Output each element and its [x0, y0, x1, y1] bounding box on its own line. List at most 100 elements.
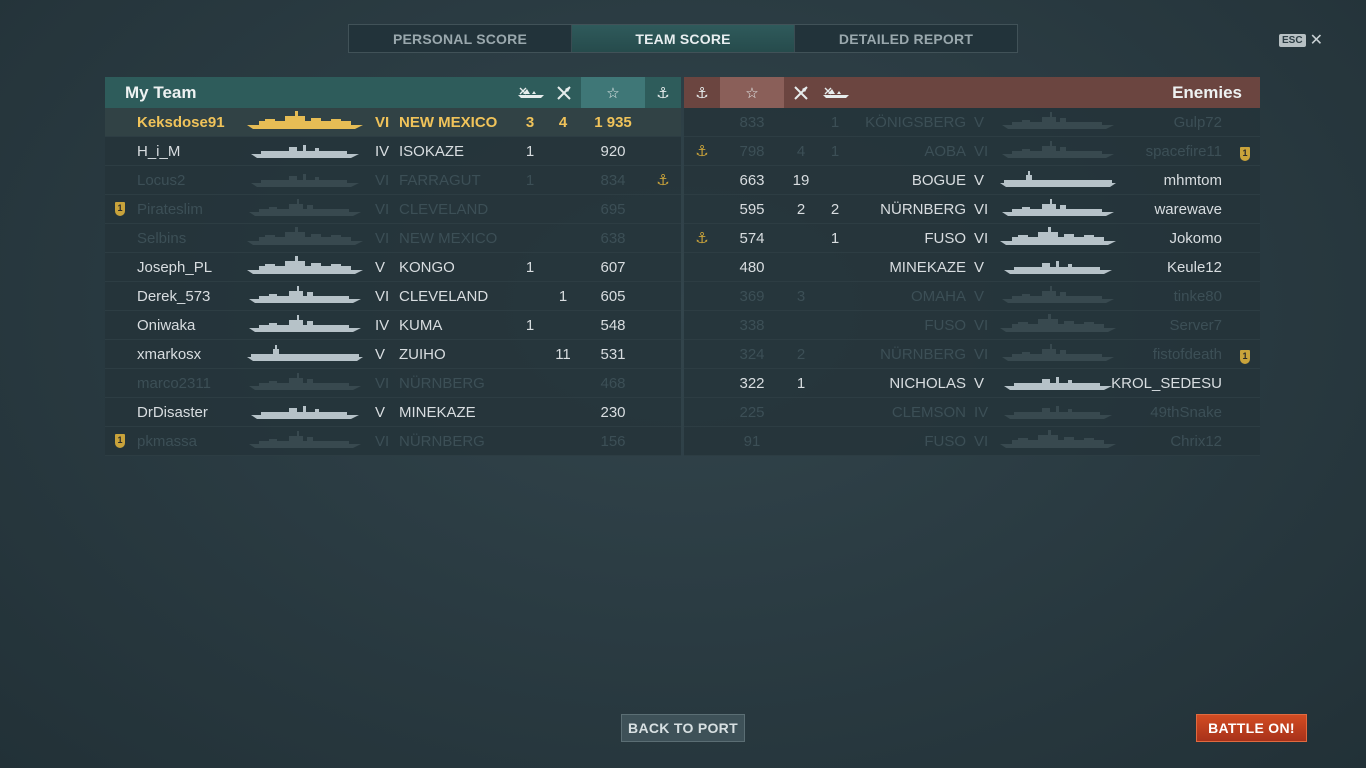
ship-tier: V [974, 375, 985, 392]
base-xp: 605 [600, 288, 626, 305]
base-xp: 1 935 [594, 114, 632, 131]
rank-badge-icon: 1 [1240, 350, 1250, 364]
ship-name: KÖNIGSBERG [865, 114, 966, 131]
ship-tier: IV [974, 404, 989, 421]
rank-badge-icon: 1 [115, 202, 125, 216]
table-row[interactable]: 1 Pirateslim VI CLEVELAND 695 [105, 195, 681, 224]
tab-detailed-report[interactable]: DETAILED REPORT [795, 25, 1017, 52]
ship-tier: VI [375, 288, 390, 305]
planes-destroyed: 19 [792, 172, 810, 189]
ship-name: ZUIHO [399, 346, 446, 363]
player-name: Pirateslim [137, 201, 203, 218]
tab-personal-score[interactable]: PERSONAL SCORE [349, 25, 572, 52]
table-row[interactable]: Selbins VI NEW MEXICO 638 [105, 224, 681, 253]
player-name: KROL_SEDESU [1111, 375, 1222, 392]
ship-tier: V [974, 114, 985, 131]
ship-name: AOBA [924, 143, 966, 160]
player-name: warewave [1154, 201, 1222, 218]
table-row[interactable]: H_i_M IV ISOKAZE 1 920 [105, 137, 681, 166]
battle-on-button[interactable]: BATTLE ON! [1196, 714, 1307, 742]
esc-close-button[interactable]: ESC ✕ [1279, 30, 1323, 50]
table-row[interactable]: Derek_573 VI CLEVELAND 1 605 [105, 282, 681, 311]
base-xp: 468 [600, 375, 626, 392]
ship-name: NICHOLAS [889, 375, 966, 392]
player-name: pkmassa [137, 433, 198, 450]
table-row[interactable]: Keksdose91 VI NEW MEXICO 3 4 1 935 [105, 108, 681, 137]
table-row[interactable]: 225 CLEMSON IV 49thSnake [684, 398, 1260, 427]
table-row[interactable]: 322 1 NICHOLAS V KROL_SEDESU [684, 369, 1260, 398]
back-to-port-button[interactable]: BACK TO PORT [621, 714, 745, 742]
table-row[interactable]: 480 MINEKAZE V Keule12 [684, 253, 1260, 282]
table-row[interactable]: marco2311 VI NÜRNBERG 468 [105, 369, 681, 398]
table-row[interactable]: xmarkosx V ZUIHO 11 531 [105, 340, 681, 369]
table-row[interactable]: 91 FUSO VI Chrix12 [684, 427, 1260, 456]
table-row[interactable]: ⚓ 798 4 1 AOBA VI spacefire11 1 [684, 137, 1260, 166]
ship-tier: VI [375, 201, 390, 218]
base-xp: 322 [739, 375, 765, 392]
anchor-icon: ⚓ [656, 84, 670, 102]
base-xp: 548 [600, 317, 626, 334]
base-xp: 338 [739, 317, 765, 334]
ships-destroyed: 1 [830, 114, 840, 131]
enemies-panel: ⚓ ☆ Enemies 833 1 KÖNIGSBERG V Gulp72 ⚓ 798 4 1 A… [684, 77, 1260, 456]
ship-tier: VI [375, 114, 390, 131]
ship-name: FUSO [924, 230, 966, 247]
ship-tier: VI [375, 230, 390, 247]
table-row[interactable]: Joseph_PL V KONGO 1 607 [105, 253, 681, 282]
table-row[interactable]: 324 2 NÜRNBERG VI fistofdeath 1 [684, 340, 1260, 369]
table-row[interactable]: Oniwaka IV KUMA 1 548 [105, 311, 681, 340]
base-xp: 324 [739, 346, 765, 363]
player-name: spacefire11 [1145, 143, 1222, 160]
table-row[interactable]: 595 2 2 NÜRNBERG VI warewave [684, 195, 1260, 224]
ship-tier: VI [974, 201, 989, 218]
player-name: Joseph_PL [137, 259, 213, 276]
ship-name: MINEKAZE [399, 404, 476, 421]
anchor-icon: ⚓ [656, 172, 670, 189]
planes-destroyed: 2 [796, 346, 806, 363]
player-name: mhmtom [1163, 172, 1222, 189]
player-name: Server7 [1169, 317, 1222, 334]
base-xp: 920 [600, 143, 626, 160]
ship-tier: V [375, 404, 386, 421]
enemies-list: 833 1 KÖNIGSBERG V Gulp72 ⚓ 798 4 1 AOBA VI spacefi… [684, 108, 1260, 456]
ship-name: NEW MEXICO [399, 114, 498, 131]
tab-team-score[interactable]: TEAM SCORE [572, 25, 795, 52]
ship-tier: VI [375, 375, 390, 392]
rank-badge-icon: 1 [1240, 147, 1250, 161]
player-name: fistofdeath [1152, 346, 1222, 363]
planes-destroyed-icon [549, 77, 579, 108]
player-name: DrDisaster [137, 404, 208, 421]
table-row[interactable]: 369 3 OMAHA Vtinke80 [684, 282, 1260, 311]
table-row[interactable]: 1 pkmassa VI NÜRNBERG 156 [105, 427, 681, 456]
base-xp: 595 [739, 201, 765, 218]
close-icon[interactable]: ✕ [1310, 30, 1323, 50]
esc-key-label: ESC [1279, 33, 1306, 47]
ship-tier: VI [974, 317, 989, 334]
table-row[interactable]: ⚓ 574 1 FUSO VI Jokomo [684, 224, 1260, 253]
table-row[interactable]: 833 1 KÖNIGSBERG V Gulp72 [684, 108, 1260, 137]
player-name: 49thSnake [1150, 404, 1222, 421]
ship-tier: VI [974, 143, 989, 160]
ship-tier: VI [974, 230, 989, 247]
ships-destroyed: 2 [830, 201, 840, 218]
ship-name: ISOKAZE [399, 143, 465, 160]
ship-name: FUSO [924, 317, 966, 334]
player-name: Jokomo [1169, 230, 1222, 247]
table-row[interactable]: 663 19 BOGUE Vmhmtom [684, 166, 1260, 195]
table-row[interactable]: DrDisaster V MINEKAZE 230 [105, 398, 681, 427]
ship-name: FARRAGUT [399, 172, 481, 189]
table-row[interactable]: Locus2 VI FARRAGUT 1 834 ⚓ [105, 166, 681, 195]
my-team-title: My Team [125, 83, 197, 102]
base-xp: 156 [600, 433, 626, 450]
base-xp: 574 [739, 230, 765, 247]
ships-destroyed: 1 [525, 259, 535, 276]
table-row[interactable]: 338 FUSO VI Server7 [684, 311, 1260, 340]
anchor-icon: ⚓ [695, 230, 709, 247]
score-tabs: PERSONAL SCORE TEAM SCORE DETAILED REPOR… [348, 24, 1018, 53]
ship-tier: VI [974, 346, 989, 363]
base-xp: 369 [739, 288, 765, 305]
ships-destroyed: 1 [830, 143, 840, 160]
base-xp: 607 [600, 259, 626, 276]
base-xp: 531 [600, 346, 626, 363]
my-team-header: My Team ☆ ⚓ [105, 77, 681, 108]
